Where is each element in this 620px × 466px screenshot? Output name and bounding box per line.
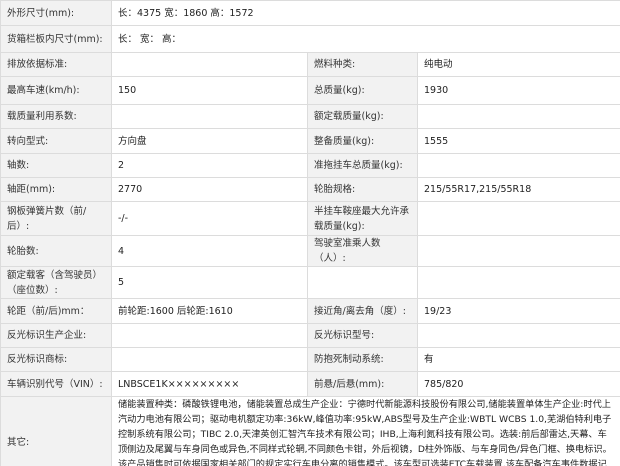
label-leaf-springs: 钢板弹簧片数（前/后）: — [0, 201, 112, 236]
value-other: 储能装置种类：磷酸铁锂电池，储能装置总成生产企业：宁德时代新能源科技股份有限公司… — [110, 396, 620, 466]
value-load-factor — [111, 104, 308, 129]
value-rated-seats: 5 — [111, 266, 308, 299]
value-abs: 有 — [416, 347, 620, 372]
value-emission-standard — [111, 52, 308, 77]
label-load-factor: 载质量利用系数: — [0, 104, 112, 129]
label-abs: 防抱死制动系统: — [307, 347, 418, 372]
row-axles-trailer: 轴数: 2 准拖挂车总质量(kg): — [0, 153, 620, 178]
row-speed-mass: 最高车速(km/h): 150 总质量(kg): 1930 — [0, 76, 620, 105]
row-load-factor: 载质量利用系数: 额定载质量(kg): — [0, 104, 620, 129]
label-steering: 转向型式: — [0, 128, 112, 154]
label-rated-seats: 额定载客（含驾驶员）（座位数）: — [0, 266, 112, 299]
label-approach-departure: 接近角/离去角（度）: — [307, 298, 418, 324]
row-emission-fuel: 排放依据标准: 燃料种类: 纯电动 — [0, 52, 620, 77]
label-saddle-load: 半挂车鞍座最大允许承载质量(kg): — [307, 201, 418, 236]
label-cargo-box: 货箱栏板内尺寸(mm): — [0, 25, 112, 53]
row-seats: 额定载客（含驾驶员）（座位数）: 5 — [0, 266, 620, 299]
row-steering-curb: 转向型式: 方向盘 整备质量(kg): 1555 — [0, 128, 620, 154]
label-empty — [307, 266, 418, 299]
value-leaf-springs: -/- — [111, 201, 308, 236]
label-reflector-brand: 反光标识商标: — [0, 347, 112, 372]
value-empty — [416, 266, 620, 299]
row-wheelbase-tire: 轴距(mm): 2770 轮胎规格: 215/55R17,215/55R18 — [0, 177, 620, 202]
value-curb-mass: 1555 — [416, 128, 620, 154]
value-max-speed: 150 — [111, 76, 308, 105]
label-tire-count: 轮胎数: — [0, 235, 112, 267]
value-axle-count: 2 — [111, 153, 308, 178]
row-dimensions: 外形尺寸(mm): 长：4375 宽：1860 高：1572 — [0, 0, 620, 26]
value-overhang: 785/820 — [416, 371, 620, 397]
label-total-mass: 总质量(kg): — [307, 76, 418, 105]
value-reflector-maker — [111, 323, 308, 348]
row-vin-overhang: 车辆识别代号（VIN）: LNBSCE1K××××××××× 前悬/后悬(mm)… — [0, 371, 620, 397]
label-fuel-type: 燃料种类: — [307, 52, 418, 77]
label-tire-spec: 轮胎规格: — [307, 177, 418, 202]
label-trailer-mass: 准拖挂车总质量(kg): — [307, 153, 418, 178]
label-rated-load: 额定载质量(kg): — [307, 104, 418, 129]
value-cargo-box: 长： 宽： 高： — [110, 25, 620, 53]
value-dimensions: 长：4375 宽：1860 高：1572 — [110, 0, 620, 26]
spec-table: 外形尺寸(mm): 长：4375 宽：1860 高：1572 货箱栏板内尺寸(m… — [0, 0, 620, 466]
value-reflector-brand — [111, 347, 308, 372]
label-reflector-maker: 反光标识生产企业: — [0, 323, 112, 348]
row-tires-cab: 轮胎数: 4 驾驶室准乘人数（人）: — [0, 235, 620, 267]
value-approach-departure: 19/23 — [416, 298, 620, 324]
value-vin: LNBSCE1K××××××××× — [111, 371, 308, 397]
label-cab-capacity: 驾驶室准乘人数（人）: — [307, 235, 418, 267]
value-saddle-load — [416, 201, 620, 236]
label-curb-mass: 整备质量(kg): — [307, 128, 418, 154]
label-max-speed: 最高车速(km/h): — [0, 76, 112, 105]
row-track-angles: 轮距（前/后)mm： 前轮距:1600 后轮距:1610 接近角/离去角（度）:… — [0, 298, 620, 324]
label-track-width: 轮距（前/后)mm： — [0, 298, 112, 324]
value-reflector-model — [416, 323, 620, 348]
row-reflector-abs: 反光标识商标: 防抱死制动系统: 有 — [0, 347, 620, 372]
row-other: 其它: 储能装置种类：磷酸铁锂电池，储能装置总成生产企业：宁德时代新能源科技股份… — [0, 396, 620, 466]
value-trailer-mass — [416, 153, 620, 178]
value-fuel-type: 纯电动 — [416, 52, 620, 77]
value-track-width: 前轮距:1600 后轮距:1610 — [111, 298, 308, 324]
label-emission-standard: 排放依据标准: — [0, 52, 112, 77]
value-tire-count: 4 — [111, 235, 308, 267]
value-tire-spec: 215/55R17,215/55R18 — [416, 177, 620, 202]
value-steering: 方向盘 — [111, 128, 308, 154]
row-reflector-maker: 反光标识生产企业: 反光标识型号: — [0, 323, 620, 348]
value-rated-load — [416, 104, 620, 129]
value-wheelbase: 2770 — [111, 177, 308, 202]
label-overhang: 前悬/后悬(mm): — [307, 371, 418, 397]
label-reflector-model: 反光标识型号: — [307, 323, 418, 348]
label-axle-count: 轴数: — [0, 153, 112, 178]
label-other: 其它: — [0, 396, 112, 466]
row-cargo-box: 货箱栏板内尺寸(mm): 长： 宽： 高： — [0, 25, 620, 53]
value-total-mass: 1930 — [416, 76, 620, 105]
row-springs-saddle: 钢板弹簧片数（前/后）: -/- 半挂车鞍座最大允许承载质量(kg): — [0, 201, 620, 236]
label-dimensions: 外形尺寸(mm): — [0, 0, 112, 26]
value-cab-capacity — [416, 235, 620, 267]
label-wheelbase: 轴距(mm): — [0, 177, 112, 202]
label-vin: 车辆识别代号（VIN）: — [0, 371, 112, 397]
